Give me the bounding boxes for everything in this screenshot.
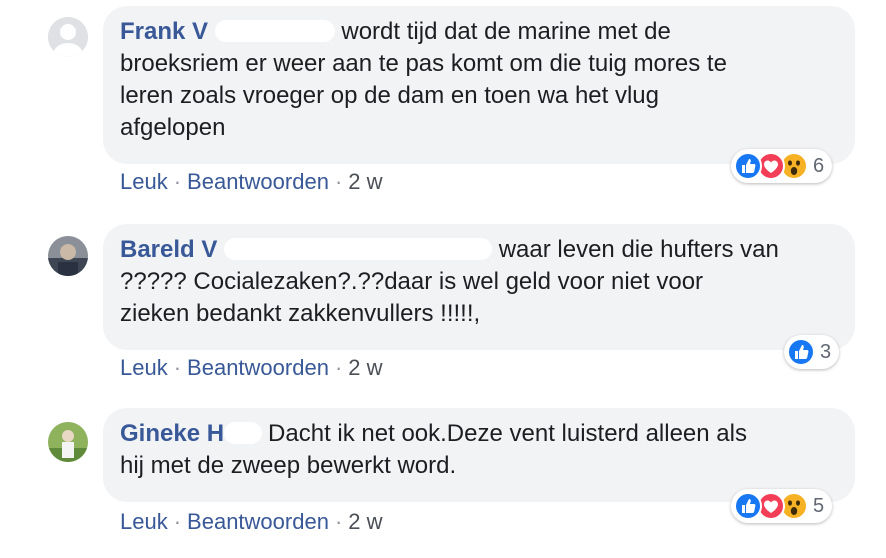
comment-text-line: Dacht ik net ook.Deze vent luisterd alle…: [268, 420, 747, 447]
reply-link[interactable]: Beantwoorden: [187, 169, 329, 194]
user-photo-icon: [48, 422, 88, 462]
comment-bubble: Gineke H Dacht ik net ook.Deze vent luist…: [103, 408, 855, 502]
timestamp[interactable]: 2 w: [348, 509, 382, 534]
reactions-summary[interactable]: 6: [731, 149, 833, 183]
separator-dot: ·: [334, 355, 343, 380]
separator-dot: ·: [334, 169, 343, 194]
comment-actions: Leuk · Beantwoorden · 2 w: [120, 168, 383, 196]
default-avatar-icon: [48, 17, 88, 57]
author-name[interactable]: Gineke H: [120, 420, 224, 447]
reactions-summary[interactable]: 3: [784, 335, 840, 369]
comment-text-line: leren zoals vroeger op de dam en toen wa…: [120, 82, 660, 109]
comment-actions: Leuk · Beantwoorden · 2 w: [120, 508, 383, 536]
timestamp[interactable]: 2 w: [348, 169, 382, 194]
separator-dot: ·: [173, 169, 182, 194]
reply-link[interactable]: Beantwoorden: [187, 355, 329, 380]
reactions-summary[interactable]: 5: [731, 489, 833, 523]
comment-actions: Leuk · Beantwoorden · 2 w: [120, 354, 383, 382]
timestamp[interactable]: 2 w: [348, 355, 382, 380]
user-photo-icon: [48, 236, 88, 276]
comment-text-line: waar leven die hufters van: [498, 236, 779, 263]
redaction: [224, 238, 493, 260]
redaction: [224, 422, 263, 444]
avatar[interactable]: [48, 422, 88, 462]
separator-dot: ·: [173, 355, 182, 380]
reply-link[interactable]: Beantwoorden: [187, 509, 329, 534]
comment-text-line: broeksriem er weer aan te pas komt om di…: [120, 50, 727, 77]
avatar[interactable]: [48, 236, 88, 276]
reaction-count: 5: [813, 494, 825, 517]
author-name[interactable]: Bareld V: [120, 236, 217, 263]
comment-text-line: hij met de zweep bewerkt word.: [120, 452, 457, 479]
redaction: [214, 20, 335, 42]
separator-dot: ·: [334, 509, 343, 534]
comment-bubble: Bareld V waar leven die hufters van ????…: [103, 224, 855, 350]
like-icon: [734, 492, 762, 520]
author-name[interactable]: Frank V: [120, 18, 208, 45]
like-icon: [734, 152, 762, 180]
separator-dot: ·: [173, 509, 182, 534]
comment-text-line: zieken bedankt zakkenvullers !!!!!,: [120, 300, 481, 327]
avatar[interactable]: [48, 17, 88, 57]
reaction-count: 6: [813, 154, 825, 177]
like-link[interactable]: Leuk: [120, 169, 168, 194]
comment-text-line: wordt tijd dat de marine met de: [341, 18, 671, 45]
reaction-count: 3: [820, 340, 832, 363]
like-link[interactable]: Leuk: [120, 509, 168, 534]
like-icon: [787, 338, 815, 366]
comment-text-line: afgelopen: [120, 114, 226, 141]
comment-text-line: ????? Cocialezaken?.??daar is wel geld v…: [120, 268, 704, 295]
like-link[interactable]: Leuk: [120, 355, 168, 380]
comment-bubble: Frank V wordt tijd dat de marine met de …: [103, 6, 855, 164]
